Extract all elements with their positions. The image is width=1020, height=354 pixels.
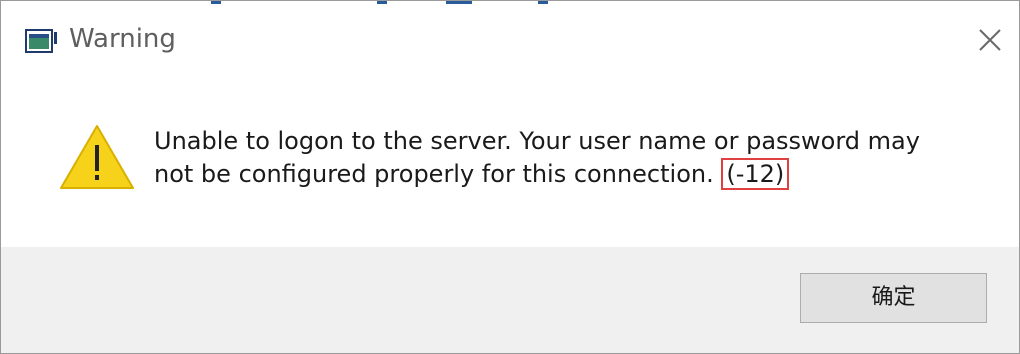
message-line-1: Unable to logon to the server. Your user… xyxy=(154,127,920,155)
edge-mark xyxy=(446,1,472,4)
title-bar[interactable]: Warning xyxy=(1,5,1019,67)
message-area: Unable to logon to the server. Your user… xyxy=(1,67,1019,247)
edge-mark xyxy=(211,1,221,4)
button-bar: 确定 xyxy=(1,247,1019,353)
message-line-2: not be configured properly for this conn… xyxy=(154,158,994,191)
edge-mark xyxy=(538,1,548,4)
warning-dialog: Warning Unable to logon to the server. Y… xyxy=(0,0,1020,354)
ok-button[interactable]: 确定 xyxy=(800,273,987,323)
error-code: (-12) xyxy=(721,158,790,190)
message-text: Unable to logon to the server. Your user… xyxy=(154,125,994,191)
edge-mark xyxy=(377,1,387,4)
window-app-icon xyxy=(25,29,57,53)
message-line-2-text: not be configured properly for this conn… xyxy=(154,160,722,188)
window-title: Warning xyxy=(69,24,176,54)
warning-icon xyxy=(60,125,134,189)
close-icon[interactable] xyxy=(973,23,1007,57)
